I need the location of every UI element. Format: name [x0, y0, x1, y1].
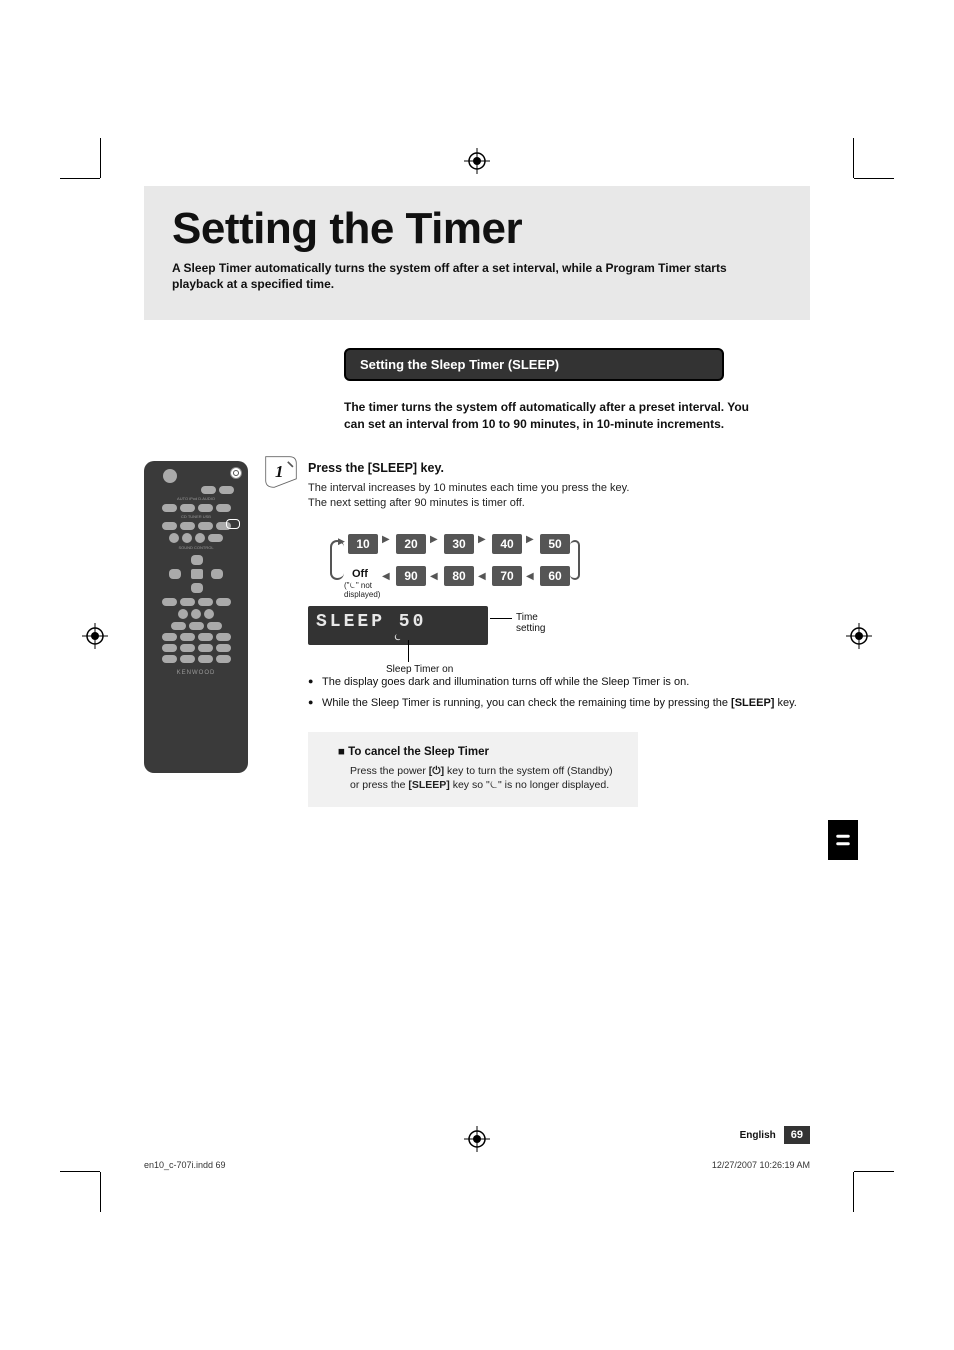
registration-mark-icon	[82, 623, 108, 649]
interval-chip: 10	[348, 534, 378, 554]
svg-text:1: 1	[275, 462, 284, 481]
step-1: 1 Press the [SLEEP] key. The interval in…	[270, 461, 810, 807]
registration-mark-icon	[846, 623, 872, 649]
print-timestamp: 12/27/2007 10:26:19 AM	[712, 1160, 810, 1170]
interval-chip: 70	[492, 566, 522, 586]
interval-chip: 60	[540, 566, 570, 586]
off-sublabel: ("⏾" not displayed)	[344, 582, 390, 600]
interval-chip: 40	[492, 534, 522, 554]
page-title: Setting the Timer	[172, 204, 782, 254]
step-text-2: The next setting after 90 minutes is tim…	[308, 496, 810, 511]
cancel-note-box: To cancel the Sleep Timer Press the powe…	[308, 732, 638, 807]
print-footer: en10_c-707i.indd 69 12/27/2007 10:26:19 …	[144, 1160, 810, 1170]
footer-page-number: 69	[784, 1126, 810, 1144]
section-tab-icon	[828, 820, 858, 860]
remote-illustration: AUTO iPod D.AUDIO CD TUNER USB SOUND CON…	[144, 461, 248, 807]
hero-section: Setting the Timer A Sleep Timer automati…	[144, 186, 810, 320]
print-file: en10_c-707i.indd 69	[144, 1160, 226, 1170]
registration-mark-icon	[464, 148, 490, 174]
lcd-text: SLEEP 50	[316, 612, 426, 632]
footer-language: English	[740, 1130, 776, 1141]
power-icon	[230, 467, 242, 479]
section-intro: The timer turns the system off automatic…	[344, 399, 754, 433]
lcd-caption-on: Sleep Timer on	[386, 664, 453, 675]
page-subtitle: A Sleep Timer automatically turns the sy…	[172, 260, 732, 292]
interval-chip: 20	[396, 534, 426, 554]
interval-chip: 90	[396, 566, 426, 586]
lcd-caption-time: Time setting	[516, 612, 545, 634]
step-text-1: The interval increases by 10 minutes eac…	[308, 481, 810, 496]
step-number-icon: 1	[264, 455, 298, 489]
section-heading: Setting the Sleep Timer (SLEEP)	[344, 348, 724, 381]
notes-list: The display goes dark and illumination t…	[308, 675, 810, 712]
interval-chip: 50	[540, 534, 570, 554]
lcd-display: SLEEP 50 ⏾ Time setting Sleep Timer on	[308, 606, 508, 645]
list-item: While the Sleep Timer is running, you ca…	[308, 696, 810, 711]
moon-icon: ⏾	[316, 634, 480, 643]
off-label: Off	[352, 568, 368, 580]
remote-brand: KENWOOD	[150, 670, 242, 676]
interval-chip: 80	[444, 566, 474, 586]
page-footer: English 69	[740, 1126, 810, 1144]
step-heading: Press the [SLEEP] key.	[308, 461, 810, 475]
interval-cycle-diagram: 10 ▶ 20 ▶ 30 ▶ 40 ▶ 50 60 ◀ 70 ◀ 80	[308, 534, 638, 594]
note-heading: To cancel the Sleep Timer	[338, 746, 620, 758]
note-body: Press the power [⏻] key to turn the syst…	[338, 764, 620, 793]
list-item: The display goes dark and illumination t…	[308, 675, 810, 690]
interval-chip: 30	[444, 534, 474, 554]
sleep-key-highlight	[226, 519, 240, 529]
